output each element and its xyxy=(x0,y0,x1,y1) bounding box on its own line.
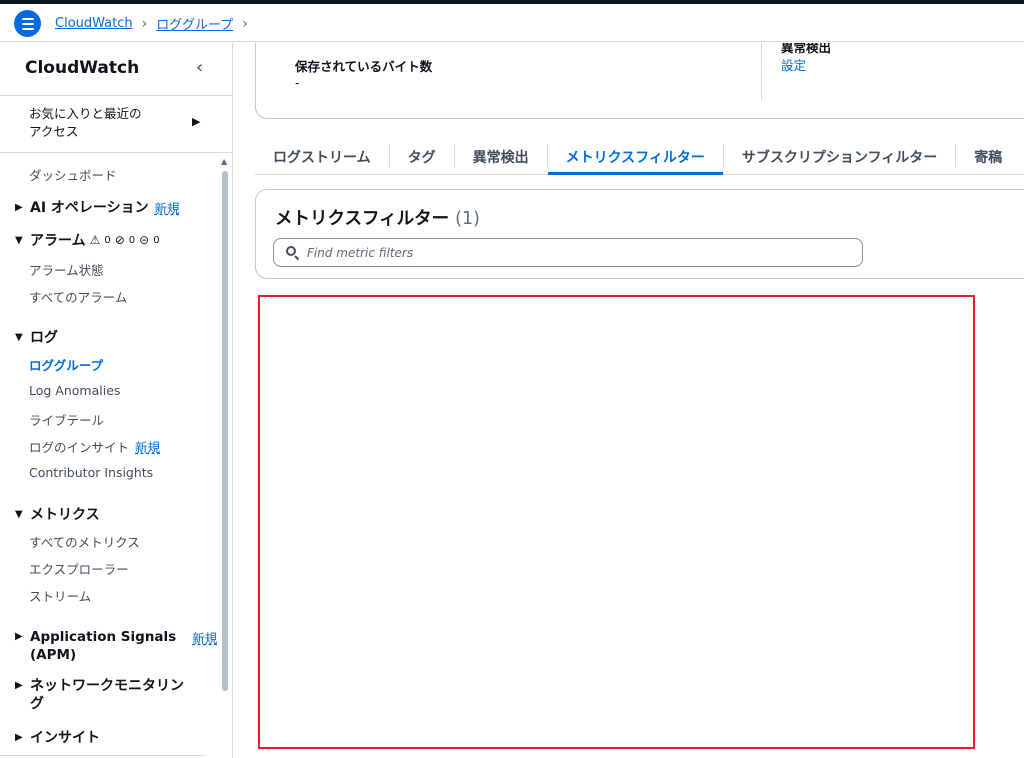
caret-right-icon: ▶ xyxy=(15,731,23,743)
sidebar-item-log-anomalies[interactable]: Log Anomalies xyxy=(29,383,120,398)
sidebar-favorites-recent[interactable]: お気に入りと最近の アクセス xyxy=(29,105,179,141)
sidebar-item-live-tail[interactable]: ライブテール xyxy=(29,410,104,429)
new-badge[interactable]: 新規 xyxy=(155,198,180,217)
scrollbar-thumb[interactable] xyxy=(222,171,228,691)
section-label: メトリクス xyxy=(30,507,100,523)
divider xyxy=(0,755,205,756)
log-group-summary-card: 保存されているバイト数 - 異常検出 設定 xyxy=(255,43,1024,119)
alarm-count-ok: 0 xyxy=(128,234,136,246)
divider xyxy=(0,152,232,153)
sidebar-item-all-metrics[interactable]: すべてのメトリクス xyxy=(29,532,140,551)
sidebar-item-explorer[interactable]: エクスプローラー xyxy=(29,559,129,578)
stored-bytes-value: - xyxy=(295,75,300,90)
breadcrumb-log-groups[interactable]: ロググループ xyxy=(156,14,233,33)
anomaly-detection-configure-link[interactable]: 設定 xyxy=(781,55,806,74)
alarm-count-in-alarm: 0 xyxy=(104,234,111,246)
ok-check-icon: ⊘ xyxy=(114,233,125,247)
caret-down-icon: ▼ xyxy=(15,234,23,246)
stored-bytes-label: 保存されているバイト数 xyxy=(295,59,433,74)
tab-contributors[interactable]: 寄稿 xyxy=(956,139,1020,174)
expand-arrow-icon[interactable]: ▶ xyxy=(192,115,200,128)
breadcrumb: CloudWatch › ロググループ › xyxy=(55,14,257,34)
tab-subscription-filters[interactable]: サブスクリプションフィルター xyxy=(724,139,955,174)
caret-right-icon: ▶ xyxy=(15,631,23,642)
sidebar-item-streams[interactable]: ストリーム xyxy=(29,586,91,605)
section-label: Application Signals (APM) xyxy=(30,629,177,663)
metric-filters-panel: メトリクスフィルター (1) xyxy=(255,189,1024,279)
chevron-right-icon: › xyxy=(242,15,248,32)
breadcrumb-bar: CloudWatch › ロググループ › xyxy=(0,4,1024,42)
sidebar-item-all-alarms[interactable]: すべてのアラーム xyxy=(29,287,127,306)
metric-filters-title: メトリクスフィルター xyxy=(275,209,450,229)
new-badge[interactable]: 新規 xyxy=(135,440,160,455)
section-label: AI オペレーション xyxy=(30,200,149,216)
sidebar: CloudWatch ‹ お気に入りと最近の アクセス ▶ ダッシュボード ▶ … xyxy=(0,43,233,758)
insufficient-data-icon: ⊝ xyxy=(139,233,150,247)
sidebar-section-ai-operations[interactable]: ▶ AI オペレーション 新規 xyxy=(15,197,180,217)
sidebar-scrollbar[interactable]: ▲ xyxy=(219,153,231,758)
hamburger-menu-icon[interactable] xyxy=(14,10,41,37)
collapse-sidebar-icon[interactable]: ‹ xyxy=(196,57,203,78)
section-label: アラーム xyxy=(30,233,86,249)
alarm-count-insufficient: 0 xyxy=(153,234,160,246)
tab-anomaly-detection[interactable]: 異常検出 xyxy=(455,139,547,174)
sidebar-section-insights[interactable]: ▶ インサイト xyxy=(15,727,100,747)
sidebar-item-alarm-state[interactable]: アラーム状態 xyxy=(29,260,104,279)
caret-right-icon: ▶ xyxy=(15,680,23,691)
sidebar-item-dashboard[interactable]: ダッシュボード xyxy=(29,165,117,184)
search-icon xyxy=(286,246,300,261)
section-label: ネットワークモニタリン グ xyxy=(30,678,184,712)
sidebar-section-alarms[interactable]: ▼ アラーム ⚠ 0 ⊘ 0 ⊝ 0 xyxy=(15,230,160,250)
metric-filters-heading: メトリクスフィルター (1) xyxy=(275,205,480,230)
divider xyxy=(0,95,232,96)
tab-metric-filters[interactable]: メトリクスフィルター xyxy=(547,139,724,175)
tab-bar: ログストリーム タグ 異常検出 メトリクスフィルター サブスクリプションフィルタ… xyxy=(255,139,1024,175)
main-content: 保存されているバイト数 - 異常検出 設定 ログストリーム タグ 異常検出 メト… xyxy=(234,43,1024,758)
breadcrumb-cloudwatch[interactable]: CloudWatch xyxy=(55,16,133,31)
sidebar-title: CloudWatch xyxy=(25,58,140,78)
sidebar-section-metrics[interactable]: ▼ メトリクス xyxy=(15,504,100,524)
caret-down-icon: ▼ xyxy=(15,508,23,520)
section-label: ログ xyxy=(30,330,58,346)
tab-log-streams[interactable]: ログストリーム xyxy=(255,139,389,174)
highlight-box xyxy=(258,295,975,749)
scroll-up-icon[interactable]: ▲ xyxy=(221,157,227,166)
divider xyxy=(761,43,762,100)
metric-filter-search[interactable] xyxy=(273,238,863,267)
sidebar-item-logs-insights[interactable]: ログのインサイト 新規 xyxy=(29,437,160,456)
metric-filters-count: (1) xyxy=(455,209,480,229)
chevron-right-icon: › xyxy=(141,15,148,32)
sidebar-section-application-signals[interactable]: ▶ Application Signals (APM) 新規 xyxy=(15,628,217,664)
alarm-counts: ⚠ 0 ⊘ 0 ⊝ 0 xyxy=(90,233,160,247)
tab-tags[interactable]: タグ xyxy=(390,139,454,174)
warning-icon: ⚠ xyxy=(89,233,101,247)
sidebar-section-network-monitoring[interactable]: ▶ ネットワークモニタリン グ xyxy=(15,677,184,713)
search-input[interactable] xyxy=(307,245,847,260)
item-label: ログのインサイト xyxy=(29,440,130,455)
sidebar-item-log-groups[interactable]: ロググループ xyxy=(29,355,103,374)
caret-right-icon: ▶ xyxy=(15,201,23,213)
sidebar-item-contributor-insights[interactable]: Contributor Insights xyxy=(29,465,153,480)
caret-down-icon: ▼ xyxy=(15,331,23,343)
section-label: インサイト xyxy=(30,730,100,746)
sidebar-section-logs[interactable]: ▼ ログ xyxy=(15,327,58,347)
new-badge[interactable]: 新規 xyxy=(192,628,217,647)
